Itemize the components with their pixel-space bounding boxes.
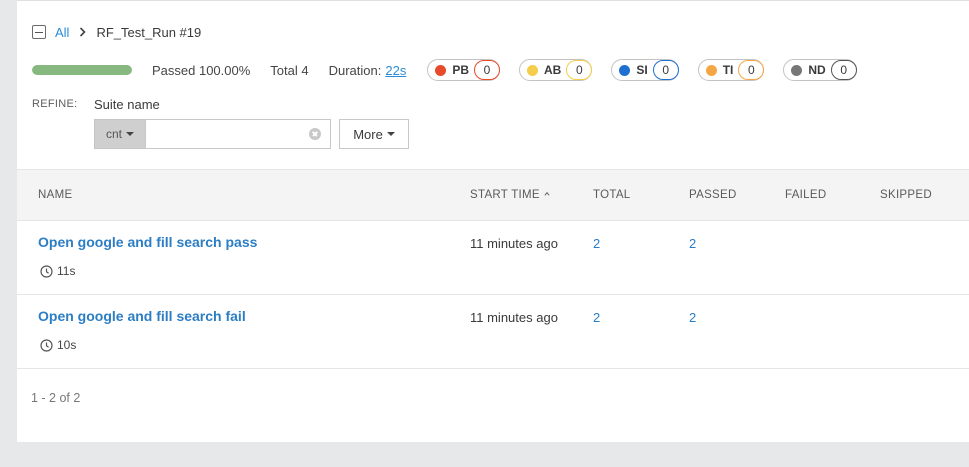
duration-value: 11s [57, 264, 76, 278]
defect-count: 0 [738, 60, 765, 80]
column-header-start-time[interactable]: START TIME [470, 189, 550, 201]
chevron-right-icon [79, 26, 87, 38]
to-investigate-dot-icon [705, 64, 717, 76]
suite-name-input[interactable] [146, 120, 306, 148]
clock-icon [40, 338, 53, 352]
caret-down-icon [126, 132, 134, 136]
duration-label: Duration: [328, 62, 382, 78]
pass-rate-bar [32, 65, 132, 75]
defect-count: 0 [474, 60, 500, 80]
column-header-passed[interactable]: PASSED [689, 189, 737, 201]
defect-count: 0 [566, 60, 593, 80]
column-header-start-time-label: START TIME [470, 189, 540, 201]
more-filters-label: More [353, 126, 383, 142]
suite-name-link[interactable]: Open google and fill search fail [38, 308, 246, 324]
breadcrumb-all-link[interactable]: All [55, 25, 69, 40]
column-header-total[interactable]: TOTAL [593, 189, 631, 201]
condition-value: cnt [105, 127, 122, 141]
launch-panel: All RF_Test_Run #19 Passed 100.00% Total… [17, 0, 969, 442]
clock-icon [40, 264, 53, 278]
caret-down-icon [386, 132, 395, 136]
defect-badge-pb[interactable]: PB 0 [427, 59, 500, 81]
collapse-icon[interactable] [32, 25, 46, 39]
suite-name-filter: cnt [94, 119, 331, 149]
table-header: NAME START TIME TOTAL PASSED FAILED SKIP… [17, 169, 969, 221]
automation-bug-dot-icon [527, 64, 538, 76]
suite-name-filter-label: Suite name [94, 97, 160, 112]
defect-badge-si[interactable]: SI 0 [611, 59, 679, 81]
total-link[interactable]: 2 [593, 236, 600, 251]
clear-icon[interactable] [309, 128, 321, 140]
breadcrumb: All RF_Test_Run #19 [32, 22, 201, 42]
passed-link[interactable]: 2 [689, 236, 696, 251]
total-link[interactable]: 2 [593, 310, 600, 325]
system-issue-dot-icon [619, 64, 631, 76]
launch-statistics: Passed 100.00% Total 4 Duration: 22s PB … [32, 59, 876, 81]
suite-name-link[interactable]: Open google and fill search pass [38, 234, 257, 250]
passed-link[interactable]: 2 [689, 310, 696, 325]
defect-badge-ti[interactable]: TI 0 [697, 59, 765, 81]
duration: 11s [40, 264, 75, 278]
defect-count: 0 [652, 60, 679, 80]
defect-code: SI [636, 63, 648, 77]
column-header-name[interactable]: NAME [38, 189, 72, 201]
duration-value: 10s [57, 338, 77, 352]
condition-dropdown[interactable]: cnt [94, 119, 145, 149]
duration-link[interactable]: 22s [385, 63, 406, 78]
start-time: 11 minutes ago [470, 310, 558, 325]
more-filters-button[interactable]: More [339, 119, 409, 149]
duration: 10s [40, 338, 76, 352]
column-header-skipped[interactable]: SKIPPED [880, 189, 932, 201]
defect-count: 0 [830, 60, 857, 80]
defect-code: ND [808, 63, 826, 77]
sort-asc-icon [544, 191, 550, 196]
column-header-failed[interactable]: FAILED [785, 189, 826, 201]
table-row: Open google and fill search fail 10s 11 … [17, 295, 969, 369]
defect-code: PB [452, 63, 469, 77]
start-time: 11 minutes ago [470, 236, 558, 251]
defect-badge-ab[interactable]: AB 0 [519, 59, 593, 81]
total-count: Total 4 [270, 62, 309, 78]
table-row: Open google and fill search pass 11s 11 … [17, 221, 969, 295]
product-bug-dot-icon [435, 64, 447, 76]
defect-code: AB [544, 63, 562, 77]
defect-badge-nd[interactable]: ND 0 [783, 59, 857, 81]
breadcrumb-current: RF_Test_Run #19 [96, 24, 202, 40]
defect-code: TI [722, 63, 734, 77]
no-defect-dot-icon [791, 64, 803, 76]
pagination-info: 1 - 2 of 2 [31, 391, 81, 405]
suite-name-input-wrapper [145, 119, 331, 149]
pass-rate-bar-fill [32, 65, 132, 75]
refine-label: REFINE: [32, 98, 78, 110]
passed-percent: Passed 100.00% [152, 62, 251, 78]
